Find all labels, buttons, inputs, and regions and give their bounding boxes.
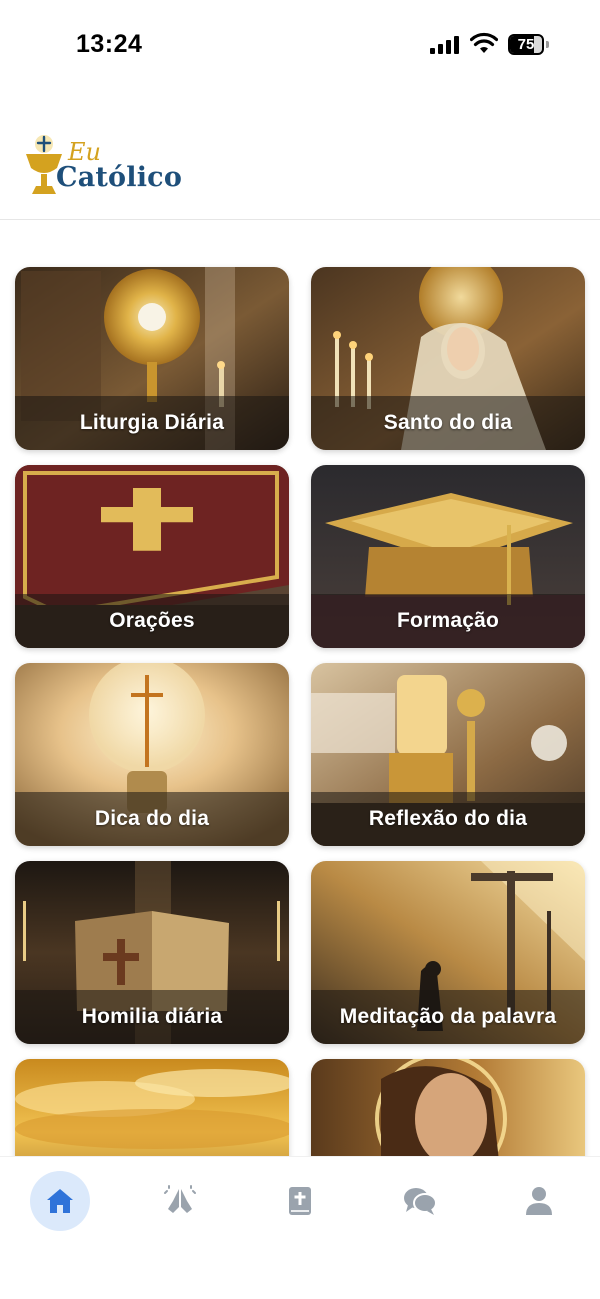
category-grid: Liturgia Diária Santo do dia Orações For… (0, 221, 600, 1156)
card-reflexao-do-dia[interactable]: Reflexão do dia (311, 663, 585, 846)
wifi-icon (470, 32, 498, 53)
card-formacao[interactable]: Formação (311, 465, 585, 648)
card-oracoes[interactable]: Orações (15, 465, 289, 648)
bible-icon (289, 1187, 311, 1215)
chat-icon (404, 1188, 437, 1215)
nav-prayers[interactable] (150, 1171, 210, 1231)
app-logo[interactable]: Eu Católico (24, 134, 204, 200)
status-time: 13:24 (76, 30, 143, 58)
nav-home[interactable] (30, 1171, 90, 1231)
praying-hands-icon (164, 1185, 196, 1213)
battery-level-text: 75 (517, 36, 535, 53)
jesus-portrait-image (311, 1059, 585, 1156)
app-header: Eu Católico (0, 90, 600, 220)
card-homilia-diaria[interactable]: Homilia diária (15, 861, 289, 1044)
card-label: Santo do dia (383, 411, 513, 434)
card-santo-do-dia[interactable]: Santo do dia (311, 267, 585, 450)
status-bar: 13:24 75 (0, 0, 600, 90)
card-label: Reflexão do dia (368, 807, 528, 830)
nav-chat[interactable] (390, 1171, 450, 1231)
home-icon (47, 1189, 73, 1213)
card-label: Formação (397, 609, 499, 632)
card-meditacao-da-palavra[interactable]: Meditação da palavra (311, 861, 585, 1044)
card-liturgia-diaria[interactable]: Liturgia Diária (15, 267, 289, 450)
nav-bible[interactable] (270, 1171, 330, 1231)
profile-icon (526, 1187, 552, 1215)
card-dica-do-dia[interactable]: Dica do dia (15, 663, 289, 846)
golden-sky-image (15, 1059, 289, 1156)
cellular-signal-icon (430, 36, 459, 54)
logo-name-text: Católico (56, 162, 183, 193)
battery-icon: 75 (508, 34, 550, 55)
card-label: Orações (109, 609, 195, 632)
bottom-navigation (0, 1156, 600, 1299)
card-label: Homilia diária (81, 1005, 223, 1028)
card-label: Liturgia Diária (79, 411, 225, 434)
card-sunrise[interactable] (15, 1059, 289, 1156)
battery-cap (546, 41, 549, 48)
card-label: Meditação da palavra (339, 1005, 557, 1028)
card-label: Dica do dia (94, 807, 210, 830)
card-jesus[interactable] (311, 1059, 585, 1156)
nav-profile[interactable] (509, 1171, 569, 1231)
